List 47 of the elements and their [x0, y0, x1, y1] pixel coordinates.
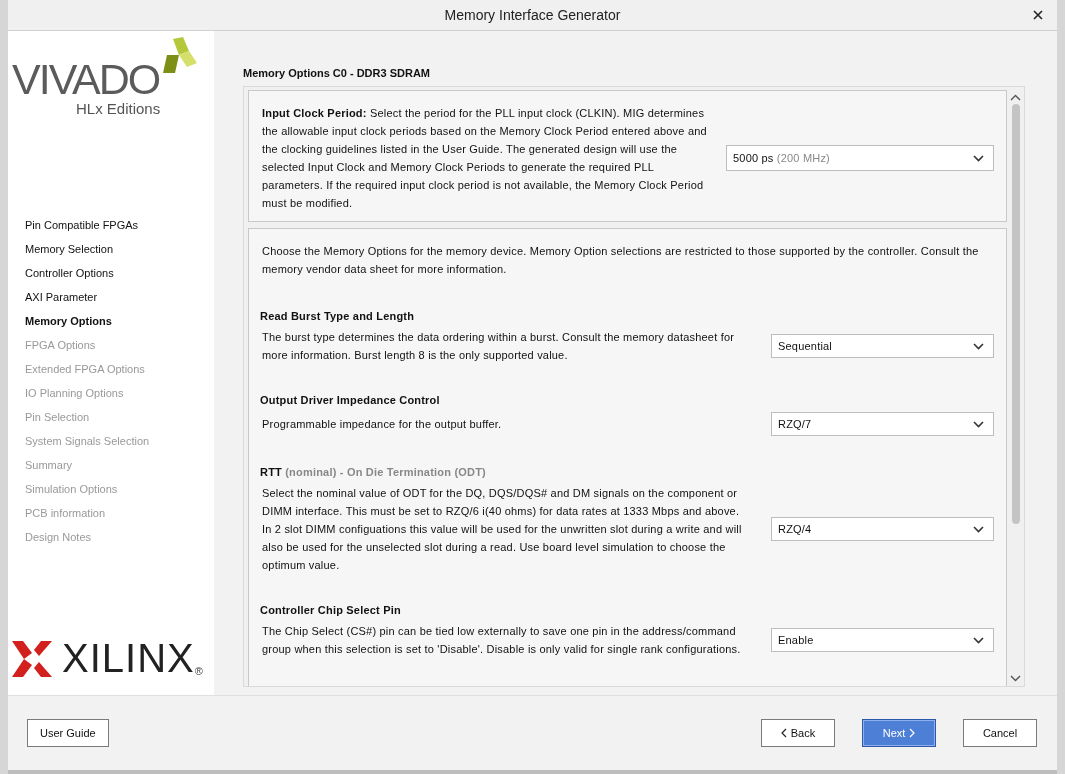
step-item[interactable]: Memory Options [25, 309, 112, 333]
scroll-up-icon[interactable] [1010, 94, 1021, 101]
dropdown-value: Sequential [778, 340, 832, 352]
chevron-icon [973, 342, 984, 350]
logo-icon [12, 640, 52, 677]
description: Select the nominal value of ODT for the DQ, DQS/DQS# and DM signals on the component or DIMM interface. This must be set to RZQ/6 i(40 ohms) for data rates at 1333 Mbps and above. In 2 slot DIMM configuations this value will be used for the unwritten slot during a write and will also be used for the unselected slot during a read. Use board level simulation to choose the optimum value. [262, 486, 743, 573]
chevron-icon [973, 636, 984, 644]
logo-text: XILINX [62, 636, 195, 681]
chevron-icon [973, 420, 984, 428]
back-button[interactable]: Back [761, 719, 835, 747]
description: Input Clock Period: Select the period for the PLL input clock (CLKIN). MIG determines the allowable input clock periods based on the Memory Clock Period entered above and the clocking guidelines listed in the User Guide. The generated design will use the selected Input Clock and Memory Clock Periods to generate the required PLL parameters. If the required input clock period is not available, the Memory Clock Period must be modified. [262, 106, 708, 211]
dropdown-value: RZQ/7 [778, 418, 812, 430]
chevron-icon [909, 728, 916, 738]
description: The Chip Select (CS#) pin can be tied low externally to save one pin in the address/command group when this selection is set to 'Disable'. Disable is only valid for single rank configurations. [262, 624, 742, 657]
page-heading: Memory Options C0 - DDR3 SDRAM [243, 67, 432, 79]
description: The burst type determines the data ordering within a burst. Consult the memory datasheet for more information. Burst length 8 is the only supported value. [262, 330, 736, 363]
dropdown[interactable]: RZQ/7 [771, 412, 994, 436]
cancel-button[interactable]: Cancel [963, 719, 1037, 747]
step-item[interactable]: Controller Options [25, 261, 114, 285]
chevron-icon [973, 525, 984, 533]
registered-mark: ® [194, 665, 203, 677]
window-title: Memory Interface Generator [444, 7, 621, 23]
dropdown[interactable]: 5000 ps (200 MHz) [726, 145, 994, 171]
chevron-icon [973, 154, 984, 162]
dropdown-value: RZQ/4 [778, 523, 812, 535]
description: Programmable impedance for the output buffer. [262, 417, 502, 432]
dropdown[interactable]: Sequential [771, 334, 994, 358]
dropdown-value: 5000 ps (200 MHz) [733, 152, 830, 164]
step-item[interactable]: Pin Compatible FPGAs [25, 213, 139, 237]
logo-text: VIVADO [12, 55, 160, 103]
section-title: Read Burst Type and Length [260, 310, 416, 322]
next-button[interactable]: Next [862, 719, 936, 747]
scrollbar-thumb[interactable] [1011, 104, 1020, 524]
dropdown-value: Enable [778, 634, 814, 646]
close-icon[interactable] [1033, 10, 1043, 20]
step-item[interactable]: AXI Parameter [25, 285, 98, 309]
dropdown[interactable]: Enable [771, 628, 994, 652]
logo-subtitle: HLx Editions [76, 100, 162, 117]
section-title: Controller Chip Select Pin [260, 604, 402, 616]
scroll-down-icon[interactable] [1010, 675, 1021, 682]
section-title: RTT (nominal) - On Die Termination (ODT) [260, 466, 487, 478]
chevron-icon [780, 728, 787, 738]
dropdown[interactable]: RZQ/4 [771, 517, 994, 541]
description: Choose the Memory Options for the memory device. Memory Option selections are restricted to those supported by the controller. Consult the memory vendor data sheet for more information. [262, 244, 980, 277]
step-item[interactable]: Memory Selection [25, 237, 114, 261]
user-guide-button[interactable]: User Guide [27, 719, 109, 747]
section-title: Output Driver Impedance Control [260, 394, 441, 406]
